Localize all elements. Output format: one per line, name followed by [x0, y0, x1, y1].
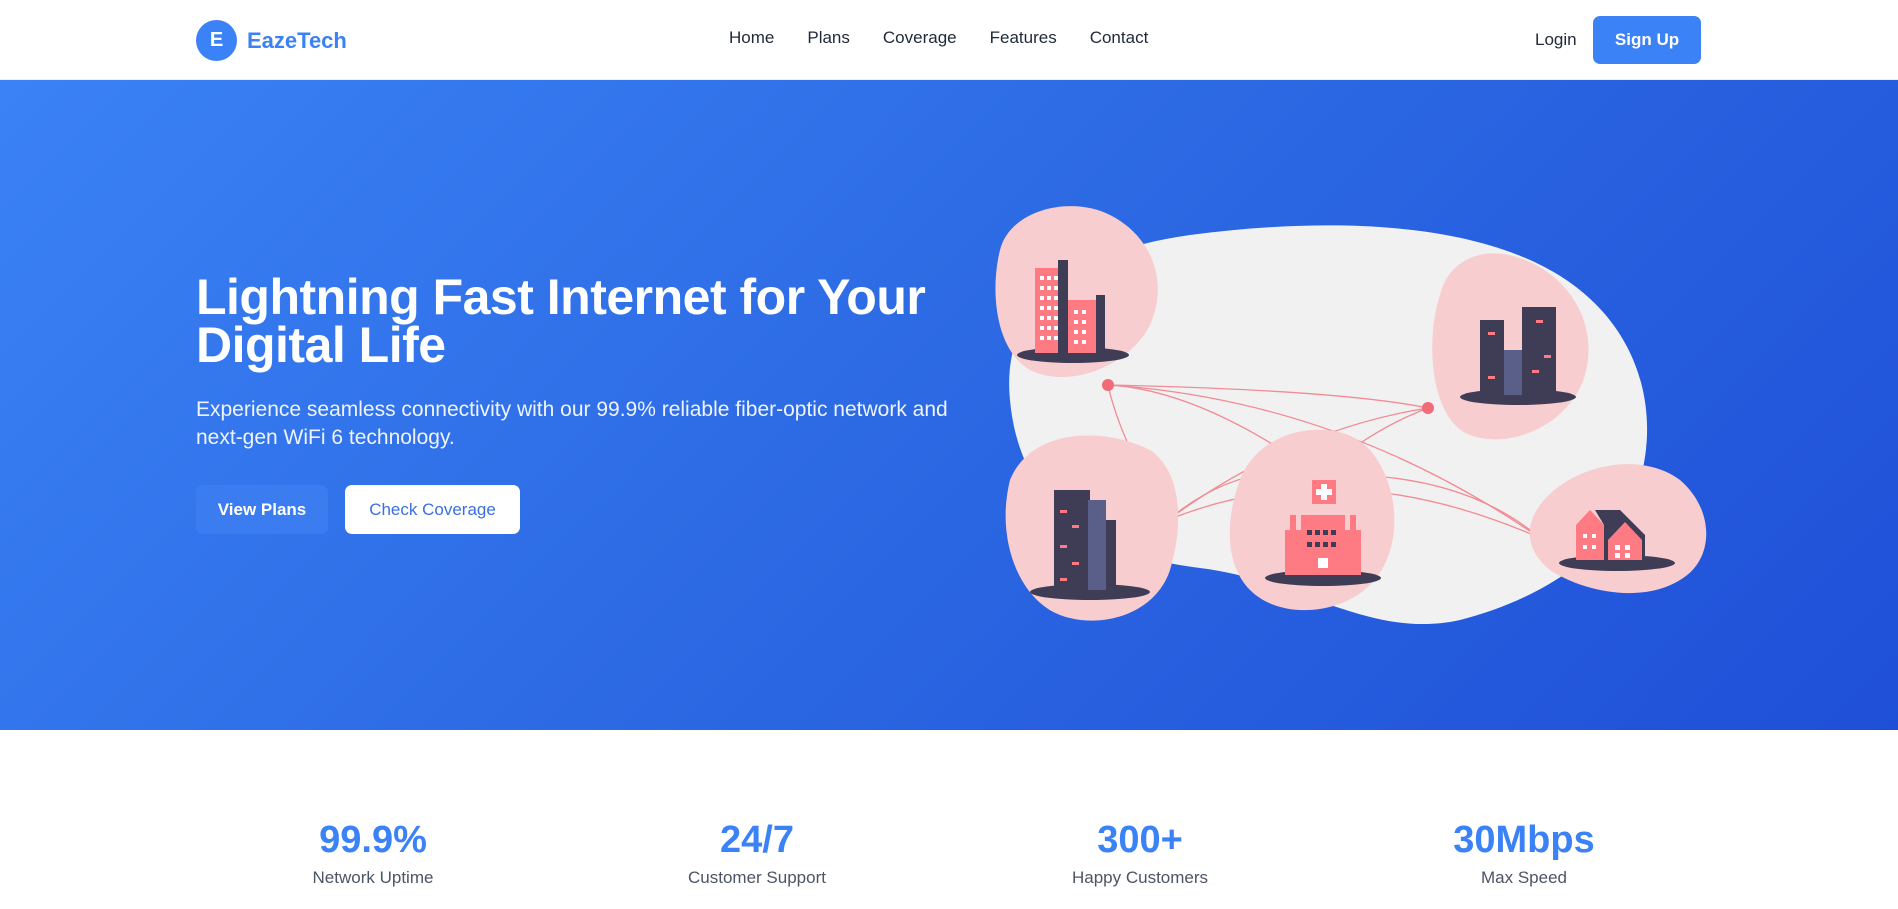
hero-section: Lightning Fast Internet for Your Digital… — [0, 80, 1898, 730]
stat-value: 300+ — [1097, 819, 1183, 861]
nav-plans[interactable]: Plans — [807, 28, 850, 48]
view-plans-button[interactable]: View Plans — [196, 485, 328, 534]
network-illustration — [995, 206, 1707, 625]
stat-customers: 300+ Happy Customers — [1010, 818, 1270, 888]
login-link[interactable]: Login — [1535, 30, 1577, 50]
site-header: E EazeTech Home Plans Coverage Features … — [0, 0, 1898, 80]
brand-name: EazeTech — [247, 27, 347, 53]
stat-value: 24/7 — [720, 819, 794, 861]
stat-label: Happy Customers — [1071, 868, 1209, 887]
nav-coverage[interactable]: Coverage — [883, 28, 957, 48]
building-hospital — [1229, 429, 1395, 611]
hero-subtitle: Experience seamless connectivity with ou… — [196, 398, 948, 449]
signup-button[interactable]: Sign Up — [1593, 16, 1701, 64]
logo[interactable]: E EazeTech — [196, 20, 347, 61]
building-cluster-bottom-left — [1005, 435, 1179, 621]
stat-speed: 30Mbps Max Speed — [1394, 818, 1654, 888]
stat-value: 99.9% — [319, 819, 427, 861]
stat-label: Customer Support — [688, 868, 826, 887]
main-nav: Home Plans Coverage Features Contact — [729, 28, 1148, 48]
stat-label: Network Uptime — [312, 868, 434, 887]
logo-badge-icon: E — [196, 20, 237, 61]
stat-value: 30Mbps — [1453, 819, 1595, 861]
nav-features[interactable]: Features — [990, 28, 1057, 48]
nav-contact[interactable]: Contact — [1090, 28, 1149, 48]
stats-section: 99.9% Network Uptime 24/7 Customer Suppo… — [0, 730, 1898, 909]
nav-home[interactable]: Home — [729, 28, 774, 48]
stat-label: Max Speed — [1481, 868, 1567, 887]
stat-support: 24/7 Customer Support — [627, 818, 887, 888]
hero-title: Lightning Fast Internet for Your Digital… — [196, 269, 926, 373]
stat-uptime: 99.9% Network Uptime — [243, 818, 503, 888]
check-coverage-button[interactable]: Check Coverage — [345, 485, 520, 534]
